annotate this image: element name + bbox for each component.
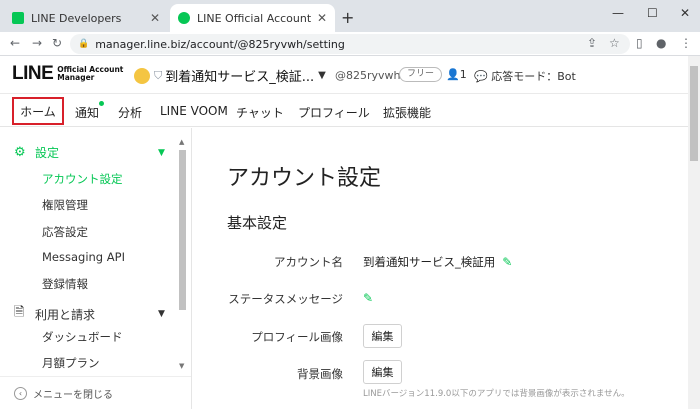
bookmark-star-icon[interactable]: ☆ bbox=[609, 36, 620, 50]
close-menu-button[interactable]: ‹ メニューを閉じる bbox=[0, 376, 191, 409]
person-icon: 👤 bbox=[446, 68, 460, 81]
caret-down-icon: ▼ bbox=[318, 70, 326, 81]
browser-menu-icon[interactable]: ⋮ bbox=[680, 36, 692, 50]
member-count-value: 1 bbox=[459, 68, 467, 81]
section-title: 基本設定 bbox=[227, 214, 288, 232]
tab-label: LINE Official Account Manager bbox=[197, 11, 313, 25]
account-name-value: 到着通知サービス_検証用 ✎ bbox=[363, 254, 512, 270]
tab-label: LINE Developers bbox=[31, 11, 122, 25]
sidebar-scrollbar[interactable]: ▲ ▼ bbox=[178, 138, 187, 370]
sidebar-item-dashboard[interactable]: ダッシュボード bbox=[42, 329, 123, 345]
share-icon[interactable]: ⇪ bbox=[587, 36, 597, 50]
logo-sub: Official Account Manager bbox=[57, 66, 123, 82]
status-message-label: ステータスメッセージ bbox=[228, 292, 343, 306]
nav-chat[interactable]: チャット bbox=[236, 104, 284, 121]
member-count[interactable]: 👤1 bbox=[446, 68, 467, 81]
chat-bubble-icon: 💬 bbox=[474, 70, 488, 83]
sidebar-group-label: 利用と請求 bbox=[35, 307, 96, 322]
receipt-icon: 🗎 bbox=[14, 305, 25, 320]
line-developers-favicon-icon bbox=[12, 12, 24, 24]
window-close-icon[interactable]: ✕ bbox=[680, 6, 690, 20]
close-menu-label: メニューを閉じる bbox=[33, 389, 113, 401]
response-mode-label: 応答モード：Bot bbox=[491, 70, 576, 83]
caret-down-icon: ▼ bbox=[158, 309, 165, 319]
page-scrollbar[interactable] bbox=[688, 56, 700, 409]
sidebar-item-account-settings[interactable]: アカウント設定 bbox=[42, 171, 123, 187]
caret-down-icon: ▼ bbox=[158, 147, 165, 158]
background-image-note: LINEバージョン11.9.0以下のアプリでは背景画像が表示されません。 bbox=[363, 389, 630, 399]
line-oa-logo[interactable]: LINE Official Account Manager bbox=[12, 63, 123, 85]
account-id: @825ryvwh bbox=[335, 69, 401, 82]
sidebar-group-billing[interactable]: 🗎 利用と請求 ▼ bbox=[14, 303, 165, 325]
page-title: アカウント設定 bbox=[227, 166, 382, 191]
logo-main: LINE bbox=[12, 63, 54, 84]
scroll-up-icon[interactable]: ▲ bbox=[179, 138, 184, 146]
account-name-text: 到着通知サービス_検証用 bbox=[363, 255, 496, 269]
back-icon[interactable]: ← bbox=[10, 36, 20, 50]
pencil-icon[interactable]: ✎ bbox=[502, 255, 512, 269]
line-oa-favicon-icon bbox=[178, 12, 190, 24]
app-header: LINE Official Account Manager ⛉ 到着通知サービス… bbox=[0, 56, 688, 94]
main-content: アカウント設定 基本設定 アカウント名 到着通知サービス_検証用 ✎ ステータス… bbox=[193, 128, 688, 409]
sidebar-item-monthly-plan[interactable]: 月額プラン bbox=[42, 355, 100, 371]
chevron-left-icon: ‹ bbox=[14, 386, 27, 400]
lock-icon: 🔒 bbox=[78, 39, 90, 49]
scrollbar-thumb[interactable] bbox=[179, 150, 186, 310]
status-message-value: ✎ bbox=[356, 291, 373, 305]
tab-line-oa-manager[interactable]: LINE Official Account Manager ✕ bbox=[170, 4, 335, 32]
nav-line-voom[interactable]: LINE VOOM bbox=[160, 104, 228, 118]
background-image-edit-button[interactable]: 編集 bbox=[363, 360, 402, 384]
page-scrollbar-thumb[interactable] bbox=[690, 66, 698, 161]
profile-icon[interactable]: ● bbox=[656, 36, 666, 50]
url-text: manager.line.biz/account/@825ryvwh/setti… bbox=[95, 37, 345, 51]
account-name: 到着通知サービス_検証... bbox=[165, 70, 315, 85]
nav-notifications[interactable]: 通知 bbox=[75, 104, 99, 121]
gear-icon: ⚙ bbox=[14, 145, 26, 160]
close-icon[interactable]: ✕ bbox=[317, 11, 327, 25]
account-switcher[interactable]: ⛉ 到着通知サービス_検証... ▼ bbox=[134, 66, 326, 85]
forward-icon[interactable]: → bbox=[32, 36, 42, 50]
sidebar-item-response-settings[interactable]: 応答設定 bbox=[42, 224, 88, 240]
side-panel-icon[interactable]: ▯ bbox=[636, 36, 643, 50]
sidebar-group-label: 設定 bbox=[35, 146, 60, 160]
tab-line-developers[interactable]: LINE Developers ✕ bbox=[4, 4, 168, 32]
account-name-label: アカウント名 bbox=[274, 255, 343, 269]
nav-analytics[interactable]: 分析 bbox=[118, 104, 142, 121]
browser-tab-strip: LINE Developers ✕ LINE Official Account … bbox=[0, 0, 700, 32]
close-icon[interactable]: ✕ bbox=[150, 11, 160, 25]
response-mode[interactable]: 💬 応答モード：Bot bbox=[474, 68, 576, 84]
notification-dot bbox=[99, 101, 104, 106]
sidebar-group-settings[interactable]: ⚙ 設定 ▼ bbox=[14, 144, 165, 161]
scroll-down-icon[interactable]: ▼ bbox=[179, 362, 184, 370]
sidebar: ⚙ 設定 ▼ アカウント設定 権限管理 応答設定 Messaging API 登… bbox=[0, 128, 192, 409]
pencil-icon[interactable]: ✎ bbox=[363, 291, 373, 305]
nav-extensions[interactable]: 拡張機能 bbox=[383, 104, 431, 121]
sidebar-item-messaging-api[interactable]: Messaging API bbox=[42, 250, 125, 264]
minimize-icon[interactable]: — bbox=[612, 6, 624, 20]
browser-toolbar: ← → ↻ 🔒 manager.line.biz/account/@825ryv… bbox=[0, 32, 700, 56]
sidebar-item-permissions[interactable]: 権限管理 bbox=[42, 197, 88, 213]
plan-badge: フリー bbox=[399, 67, 443, 82]
reload-icon[interactable]: ↻ bbox=[52, 36, 62, 50]
new-tab-icon[interactable]: + bbox=[341, 8, 354, 27]
maximize-icon[interactable]: ☐ bbox=[647, 6, 658, 20]
profile-image-edit-button[interactable]: 編集 bbox=[363, 324, 402, 348]
account-avatar bbox=[134, 67, 150, 84]
logo-sub-line2: Manager bbox=[57, 73, 95, 82]
nav-home[interactable]: ホーム bbox=[12, 97, 64, 125]
background-image-label: 背景画像 bbox=[297, 367, 343, 381]
shield-icon: ⛉ bbox=[154, 68, 163, 82]
sidebar-item-registration-info[interactable]: 登録情報 bbox=[42, 276, 88, 292]
main-nav: ホーム 通知 分析 LINE VOOM チャット プロフィール 拡張機能 bbox=[0, 95, 688, 127]
nav-profile[interactable]: プロフィール bbox=[298, 104, 370, 121]
address-bar[interactable]: 🔒 manager.line.biz/account/@825ryvwh/set… bbox=[70, 34, 630, 54]
profile-image-label: プロフィール画像 bbox=[251, 330, 343, 344]
